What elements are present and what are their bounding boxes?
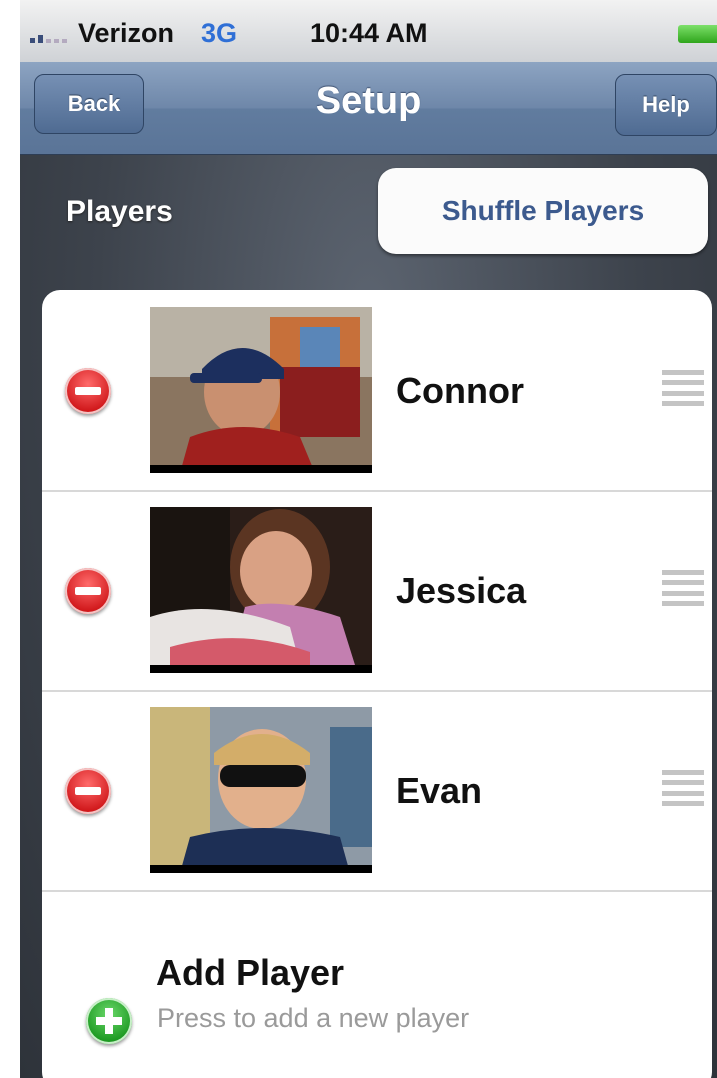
player-row[interactable]: Evan <box>42 690 712 892</box>
drag-handle-icon[interactable] <box>662 770 704 806</box>
shuffle-players-button[interactable]: Shuffle Players <box>378 168 708 254</box>
status-time: 10:44 AM <box>310 18 428 48</box>
player-photo <box>150 507 372 673</box>
add-player-title: Add Player <box>156 952 345 993</box>
page-title: Setup <box>315 80 422 122</box>
signal-strength-icon <box>30 35 67 43</box>
help-button[interactable]: Help <box>615 74 717 136</box>
battery-icon <box>678 25 717 43</box>
carrier-name: Verizon <box>78 18 175 48</box>
player-photo <box>150 707 372 873</box>
drag-handle-icon[interactable] <box>662 570 704 606</box>
delete-player-icon[interactable] <box>65 768 111 814</box>
navigation-bar: Back Setup Help <box>20 62 717 155</box>
player-row[interactable]: Connor <box>42 290 712 492</box>
add-player-icon[interactable] <box>86 998 132 1044</box>
players-section-title: Players <box>66 195 173 228</box>
status-bar: Verizon 3G 10:44 AM <box>20 0 717 62</box>
player-name: Evan <box>396 770 483 811</box>
delete-player-icon[interactable] <box>65 368 111 414</box>
player-row[interactable]: Jessica <box>42 490 712 692</box>
network-type: 3G <box>201 18 238 48</box>
player-name: Connor <box>396 370 524 411</box>
add-player-subtitle: Press to add a new player <box>157 1003 470 1033</box>
players-list: Connor Jessica Evan Add Player Press to … <box>42 290 712 1078</box>
add-player-row[interactable]: Add Player Press to add a new player <box>42 890 712 1078</box>
player-name: Jessica <box>396 570 527 611</box>
player-photo <box>150 307 372 473</box>
drag-handle-icon[interactable] <box>662 370 704 406</box>
delete-player-icon[interactable] <box>65 568 111 614</box>
app-screen: Verizon 3G 10:44 AM Back Setup Help Play… <box>20 0 717 1078</box>
